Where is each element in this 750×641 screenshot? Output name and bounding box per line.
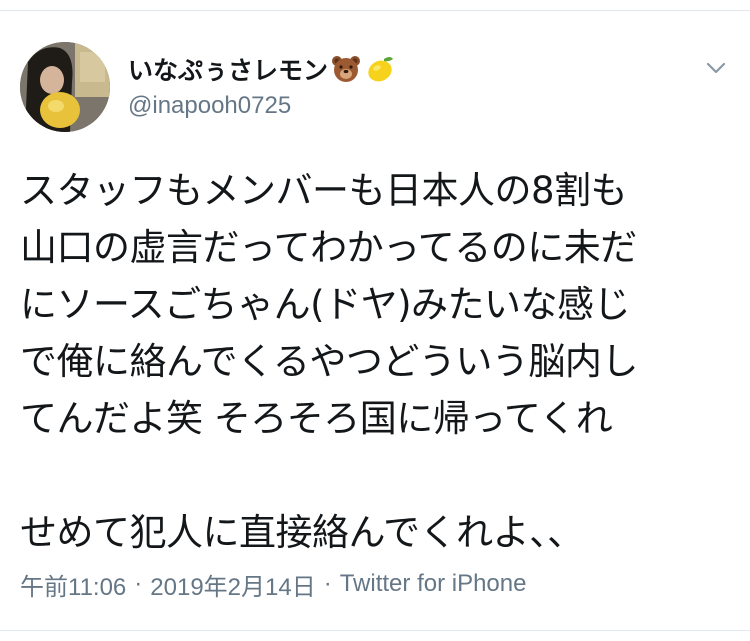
tweet-header: いなぷぅさレモン @inapooh0725 (20, 42, 734, 134)
avatar[interactable] (20, 42, 110, 132)
tweet-text: スタッフもメンバーも日本人の8割も 山口の虚言だってわかってるのに未だ にソース… (20, 169, 638, 554)
meta-separator: · (323, 570, 332, 597)
tweet-date[interactable]: 2019年2月14日 (150, 567, 315, 602)
profile-photo (20, 42, 110, 132)
meta-separator: · (134, 570, 143, 597)
top-divider (0, 10, 750, 11)
bear-face-icon (330, 53, 362, 85)
tweet-time[interactable]: 午前11:06 (20, 567, 126, 602)
handle[interactable]: @inapooh0725 (128, 92, 396, 120)
user-info[interactable]: いなぷぅさレモン @inapooh0725 (128, 52, 396, 120)
display-name-text: いなぷぅさレモン (128, 56, 329, 85)
lemon-icon (364, 53, 396, 85)
display-name[interactable]: いなぷぅさレモン (128, 52, 396, 86)
tweet-source-link[interactable]: Twitter for iPhone (340, 570, 527, 598)
more-options-button[interactable] (702, 54, 730, 82)
chevron-down-icon (706, 62, 726, 74)
bottom-divider (0, 630, 750, 631)
tweet-detail: いなぷぅさレモン @inapooh0725 スタッフもメンバーも日本人の8割も … (0, 0, 750, 641)
tweet-meta: 午前11:06 · 2019年2月14日 · Twitter for iPhon… (20, 566, 526, 602)
